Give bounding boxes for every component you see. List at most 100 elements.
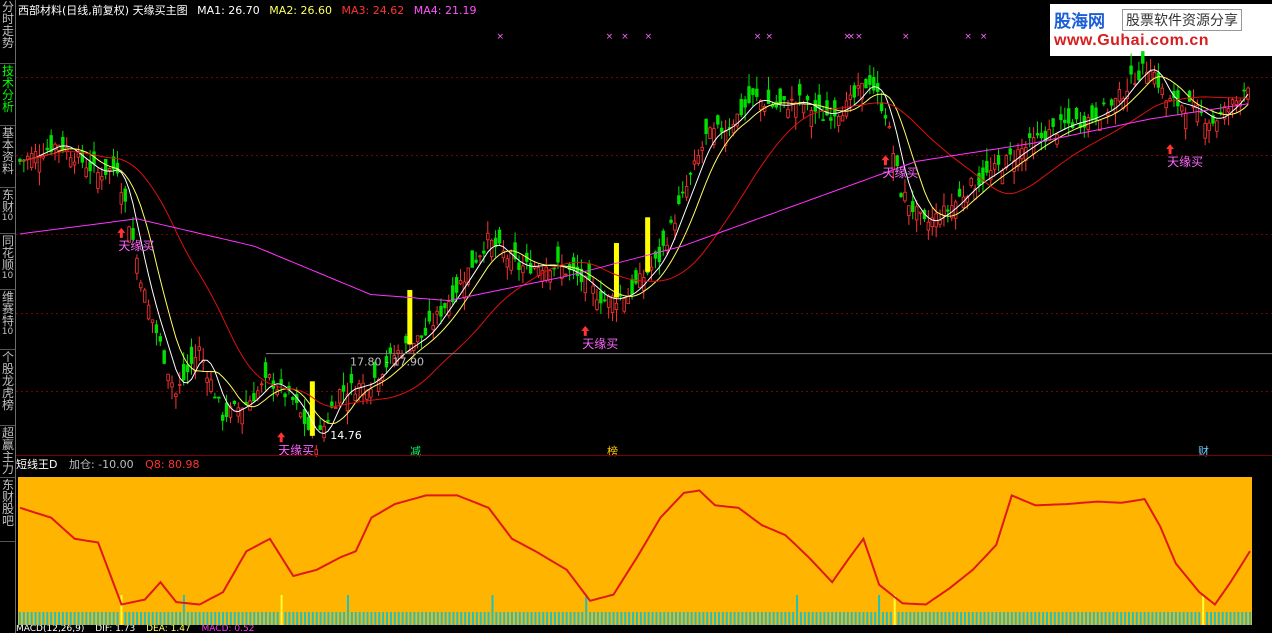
- oscillator-bar: [889, 612, 892, 625]
- oscillator-bar: [413, 612, 416, 625]
- oscillator-bar: [307, 612, 310, 625]
- candle-body: [1067, 108, 1071, 124]
- oscillator-bar: [1003, 612, 1006, 625]
- candle-body: [805, 96, 810, 101]
- oscillator-bar: [93, 612, 96, 625]
- price-chart[interactable]: 17.80 - 17.9014.76天缘买天缘买天缘买天缘买天缘买× × × × × × ×…: [16, 20, 1272, 457]
- oscillator-bar: [108, 612, 111, 625]
- oscillator-header: 短线王D 加仓: -10.00 Q8: 80.98: [16, 458, 208, 472]
- oscillator-bar: [975, 612, 978, 625]
- candle: [283, 392, 287, 407]
- oscillator-bar: [42, 612, 45, 625]
- candle-body: [334, 407, 338, 409]
- candle: [887, 121, 892, 129]
- oscillator-bar: [249, 612, 252, 625]
- candle-body: [209, 379, 213, 392]
- candle-body: [388, 347, 393, 355]
- oscillator-bar: [921, 612, 924, 625]
- oscillator-bar: [112, 612, 115, 625]
- candle-body: [306, 416, 311, 430]
- candle: [162, 349, 166, 365]
- oscillator-bar: [850, 612, 853, 625]
- oscillator-bar: [18, 612, 21, 625]
- candle: [119, 183, 124, 214]
- oscillator-bar: [288, 612, 291, 625]
- tab-dragon-tiger[interactable]: 个股龙虎榜: [0, 350, 15, 426]
- oscillator-bar: [304, 612, 307, 625]
- candle-body: [751, 88, 755, 95]
- candle-body: [369, 388, 373, 398]
- candle-body: [353, 393, 357, 401]
- oscillator-bar: [542, 612, 545, 625]
- price-range-label: 17.80 - 17.90: [350, 356, 424, 369]
- candle-body: [1215, 120, 1219, 132]
- candle: [708, 126, 712, 139]
- candle-body: [326, 419, 330, 422]
- oscillator-bar: [253, 612, 256, 625]
- tab-guba[interactable]: 东财股吧: [0, 478, 15, 542]
- oscillator-bar: [311, 612, 314, 625]
- tab-intraday[interactable]: 分时走势: [0, 0, 15, 64]
- oscillator-bar: [616, 612, 619, 625]
- tab-chaoying[interactable]: 超赢主力: [0, 426, 15, 478]
- candle: [1059, 106, 1063, 130]
- candle: [1113, 97, 1118, 125]
- ma1-line: [19, 69, 1249, 435]
- oscillator-bar: [901, 612, 904, 625]
- candle-body: [1156, 72, 1161, 88]
- oscillator-bar: [280, 595, 283, 625]
- candle-body: [649, 266, 654, 271]
- candle: [774, 94, 779, 110]
- tab-weisaite[interactable]: 维赛特 10: [0, 290, 15, 350]
- candle-body: [100, 176, 104, 181]
- oscillator-bar: [339, 612, 342, 625]
- candle: [1234, 95, 1239, 113]
- oscillator-bar: [1237, 612, 1240, 625]
- candle-body: [1160, 87, 1164, 96]
- candle-body: [252, 393, 256, 402]
- oscillator-bar: [225, 612, 228, 625]
- candle-body: [107, 168, 112, 171]
- candle: [977, 166, 981, 193]
- candle-body: [337, 389, 342, 404]
- candle-body: [868, 75, 872, 85]
- tab-eastmoney[interactable]: 东财 10: [0, 188, 15, 234]
- candle: [930, 207, 934, 236]
- candle-body: [700, 146, 704, 151]
- oscillator-bar: [710, 612, 713, 625]
- oscillator-bar: [796, 595, 799, 625]
- oscillator-bar: [1155, 612, 1158, 625]
- oscillator-bar: [702, 612, 705, 625]
- tab-tonghuashun[interactable]: 同花顺 10: [0, 234, 15, 290]
- candle-body: [794, 102, 798, 118]
- candle: [291, 395, 295, 405]
- oscillator-bar: [600, 612, 603, 625]
- candle: [197, 336, 201, 361]
- oscillator-bar: [561, 612, 564, 625]
- candle-body: [341, 385, 346, 392]
- oscillator-bar: [323, 612, 326, 625]
- oscillator-bar: [823, 612, 826, 625]
- oscillator-chart[interactable]: [16, 475, 1272, 625]
- oscillator-bar: [510, 612, 513, 625]
- candle: [209, 370, 213, 394]
- oscillator-bar: [167, 612, 170, 625]
- candle-body: [68, 157, 73, 168]
- candle-body: [1031, 137, 1036, 155]
- oscillator-bar: [362, 612, 365, 625]
- oscillator-bar: [428, 612, 431, 625]
- candle: [1070, 119, 1075, 130]
- oscillator-bar: [760, 612, 763, 625]
- candle: [840, 106, 845, 122]
- candle: [1086, 113, 1090, 138]
- oscillator-bar: [1167, 612, 1170, 625]
- sidebar: 分时走势 技术分析 基本资料 东财 10 同花顺 10 维赛特 10 个股龙虎榜…: [0, 0, 16, 633]
- tab-technical[interactable]: 技术分析: [0, 64, 15, 126]
- oscillator-bar: [315, 612, 318, 625]
- oscillator-bar: [776, 612, 779, 625]
- candle-body: [790, 98, 794, 101]
- oscillator-bar: [397, 612, 400, 625]
- oscillator-bar: [807, 612, 810, 625]
- tab-fundamentals[interactable]: 基本资料: [0, 126, 15, 188]
- oscillator-bar: [237, 612, 240, 625]
